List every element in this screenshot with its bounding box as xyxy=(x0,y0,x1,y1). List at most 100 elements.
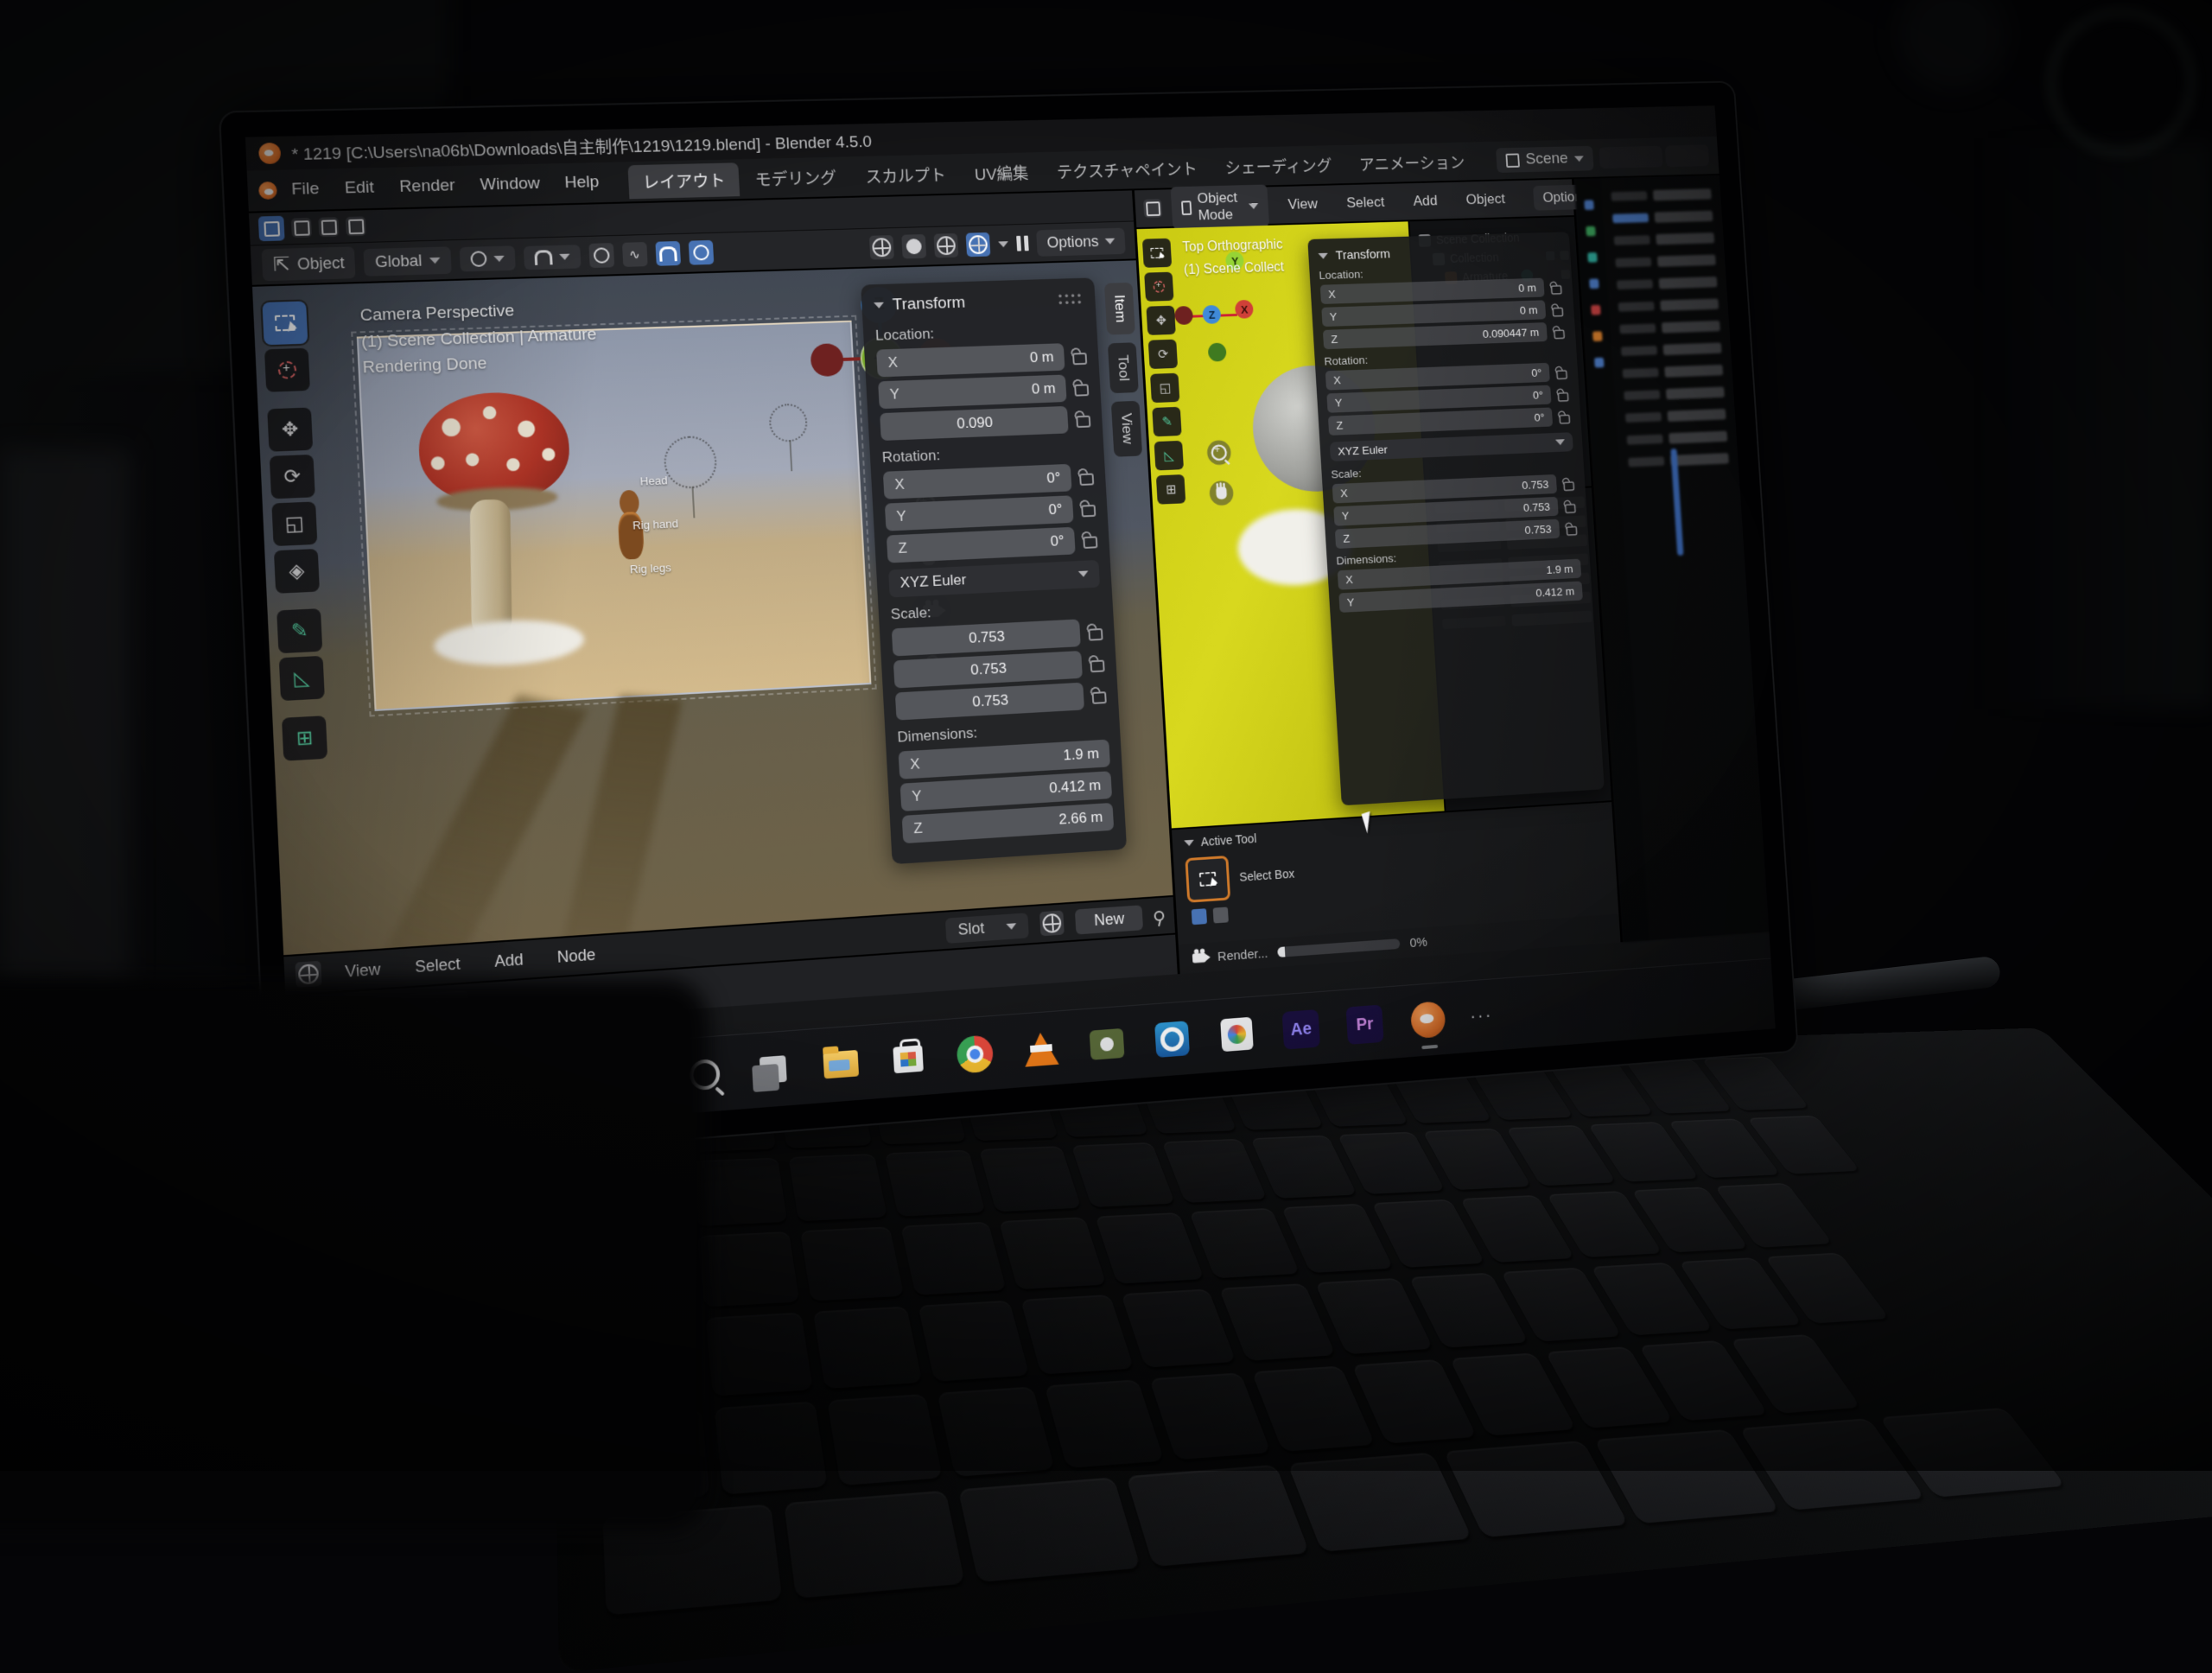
tool-move[interactable]: ✥ xyxy=(267,407,313,451)
property-row[interactable] xyxy=(1618,298,1719,312)
rotation-x-field[interactable]: X0° xyxy=(883,463,1072,499)
menu-file[interactable]: File xyxy=(280,175,331,203)
gizmo-neg-y-handle[interactable] xyxy=(1208,343,1227,362)
tool-measure[interactable]: ◺ xyxy=(1154,441,1184,471)
tab-tool[interactable]: Tool xyxy=(1108,342,1139,393)
editor-type-icon[interactable] xyxy=(1143,199,1162,218)
property-row[interactable] xyxy=(1624,386,1725,401)
unlock-icon[interactable] xyxy=(1072,353,1087,365)
w2-menu-select[interactable]: Select xyxy=(1336,190,1395,215)
unlock-icon[interactable] xyxy=(1563,481,1574,491)
after-effects-button[interactable]: Ae xyxy=(1279,1006,1324,1053)
comp-menu-node[interactable]: Node xyxy=(546,941,607,971)
scale-z-field[interactable]: 0.753 xyxy=(895,682,1084,720)
tab-modeling[interactable]: モデリング xyxy=(741,160,851,196)
select-mode-set-icon[interactable] xyxy=(258,216,285,241)
tab-layout[interactable]: レイアウト xyxy=(628,162,741,199)
slot-dropdown[interactable]: Slot xyxy=(945,913,1029,944)
gizmo-neg-x-handle[interactable] xyxy=(1174,306,1193,325)
location-x-field[interactable]: X0 m xyxy=(876,343,1065,377)
view-layer-field[interactable] xyxy=(1599,146,1662,169)
object-tab-icon[interactable] xyxy=(1592,331,1603,341)
property-row[interactable] xyxy=(1621,342,1722,357)
comp-menu-select[interactable]: Select xyxy=(404,950,472,980)
tool-select-box[interactable] xyxy=(1142,239,1172,268)
location-z-field[interactable]: Z0.090447 m xyxy=(1322,322,1548,349)
unlock-icon[interactable] xyxy=(1565,504,1576,513)
comp-menu-add[interactable]: Add xyxy=(483,946,535,976)
proportional-edit-icon[interactable] xyxy=(588,243,614,268)
tool-rotate[interactable]: ⟳ xyxy=(1148,340,1178,369)
property-row[interactable] xyxy=(1619,321,1720,334)
unlock-icon[interactable] xyxy=(1551,285,1562,295)
select-box-tool-icon[interactable] xyxy=(1185,856,1231,903)
property-row[interactable] xyxy=(1625,409,1726,423)
collapse-icon[interactable] xyxy=(1318,253,1328,259)
pause-icon[interactable] xyxy=(1016,236,1029,251)
tool-transform[interactable]: ◈ xyxy=(274,549,320,594)
menu-render[interactable]: Render xyxy=(388,173,467,201)
tool-measure[interactable]: ◺ xyxy=(279,656,325,701)
w2-menu-object[interactable]: Object xyxy=(1456,188,1516,213)
photos-button[interactable] xyxy=(1214,1010,1260,1058)
tool-move[interactable]: ✥ xyxy=(1147,306,1176,335)
property-row[interactable] xyxy=(1614,232,1715,246)
unlock-icon[interactable] xyxy=(1077,416,1091,428)
gizmo-z-handle[interactable]: Z xyxy=(1203,305,1222,324)
tool-cursor[interactable] xyxy=(1144,272,1173,302)
unlock-icon[interactable] xyxy=(1552,308,1563,317)
shading-mode-icon[interactable] xyxy=(966,232,991,257)
tab-shading[interactable]: シェーディング xyxy=(1211,148,1346,183)
tool-option-icon[interactable] xyxy=(1192,908,1207,925)
property-row[interactable] xyxy=(1612,211,1713,225)
collapse-icon[interactable] xyxy=(1184,839,1194,846)
outlook-button[interactable] xyxy=(1149,1015,1195,1064)
unlock-icon[interactable] xyxy=(1092,691,1107,704)
unlock-icon[interactable] xyxy=(1081,505,1096,518)
gizmo-x-handle[interactable]: X xyxy=(1235,300,1254,319)
output-tab-icon[interactable] xyxy=(1587,252,1598,263)
rotation-y-field[interactable]: Y0° xyxy=(885,495,1074,531)
premiere-button[interactable]: Pr xyxy=(1343,1001,1388,1048)
select-mode-extend-icon[interactable] xyxy=(291,218,312,238)
property-row[interactable] xyxy=(1628,453,1729,468)
mode-dropdown[interactable]: ⇱ Object xyxy=(262,246,356,281)
tab-animation[interactable]: アニメーション xyxy=(1345,145,1478,181)
pan-button[interactable] xyxy=(1209,480,1234,506)
tool-scale[interactable]: ◱ xyxy=(271,501,317,546)
microsoft-store-button[interactable] xyxy=(885,1035,932,1085)
show-gizmo-icon[interactable] xyxy=(869,235,894,259)
pin-icon[interactable] xyxy=(1154,911,1165,922)
rotation-mode-dropdown[interactable]: XYZ Euler xyxy=(888,560,1100,597)
tool-tab-icon[interactable] xyxy=(1584,200,1594,210)
unlock-icon[interactable] xyxy=(1074,384,1089,396)
file-explorer-button[interactable] xyxy=(817,1040,865,1089)
zoom-button[interactable] xyxy=(1207,440,1232,465)
scene-selector[interactable]: Scene xyxy=(1496,146,1594,173)
blender-taskbar-button[interactable] xyxy=(1406,996,1451,1044)
tool-scale[interactable]: ◱ xyxy=(1150,373,1179,403)
taskbar-overflow[interactable]: ··· xyxy=(1470,1004,1494,1027)
property-row[interactable] xyxy=(1611,188,1711,201)
unlock-icon[interactable] xyxy=(1554,329,1565,339)
property-row[interactable] xyxy=(1627,431,1728,446)
pivot-point-dropdown[interactable] xyxy=(459,245,515,271)
menu-help[interactable]: Help xyxy=(554,169,611,197)
unlock-icon[interactable] xyxy=(1558,392,1569,402)
scale-y-field[interactable]: 0.753 xyxy=(893,651,1083,688)
tool-add-cube[interactable]: ⊞ xyxy=(282,716,327,761)
blender-menu-icon[interactable] xyxy=(258,181,277,200)
falloff-curve-icon[interactable]: ∿ xyxy=(621,242,647,267)
screen-capture-button[interactable] xyxy=(1084,1020,1129,1068)
snap-dropdown[interactable] xyxy=(523,245,581,270)
unlock-icon[interactable] xyxy=(1079,474,1094,486)
object-mode-dropdown[interactable]: Object Mode xyxy=(1171,184,1270,228)
tool-select-box[interactable] xyxy=(262,301,308,345)
tab-item[interactable]: Item xyxy=(1104,283,1135,335)
tab-uv-editing[interactable]: UV編集 xyxy=(960,156,1043,191)
proportional-toggle-icon[interactable] xyxy=(688,240,714,265)
scene-tab-icon[interactable] xyxy=(1589,278,1599,289)
tool-annotate[interactable]: ✎ xyxy=(276,608,322,653)
w2-menu-view[interactable]: View xyxy=(1278,192,1328,217)
tab-sculpting[interactable]: スカルプト xyxy=(851,157,961,194)
